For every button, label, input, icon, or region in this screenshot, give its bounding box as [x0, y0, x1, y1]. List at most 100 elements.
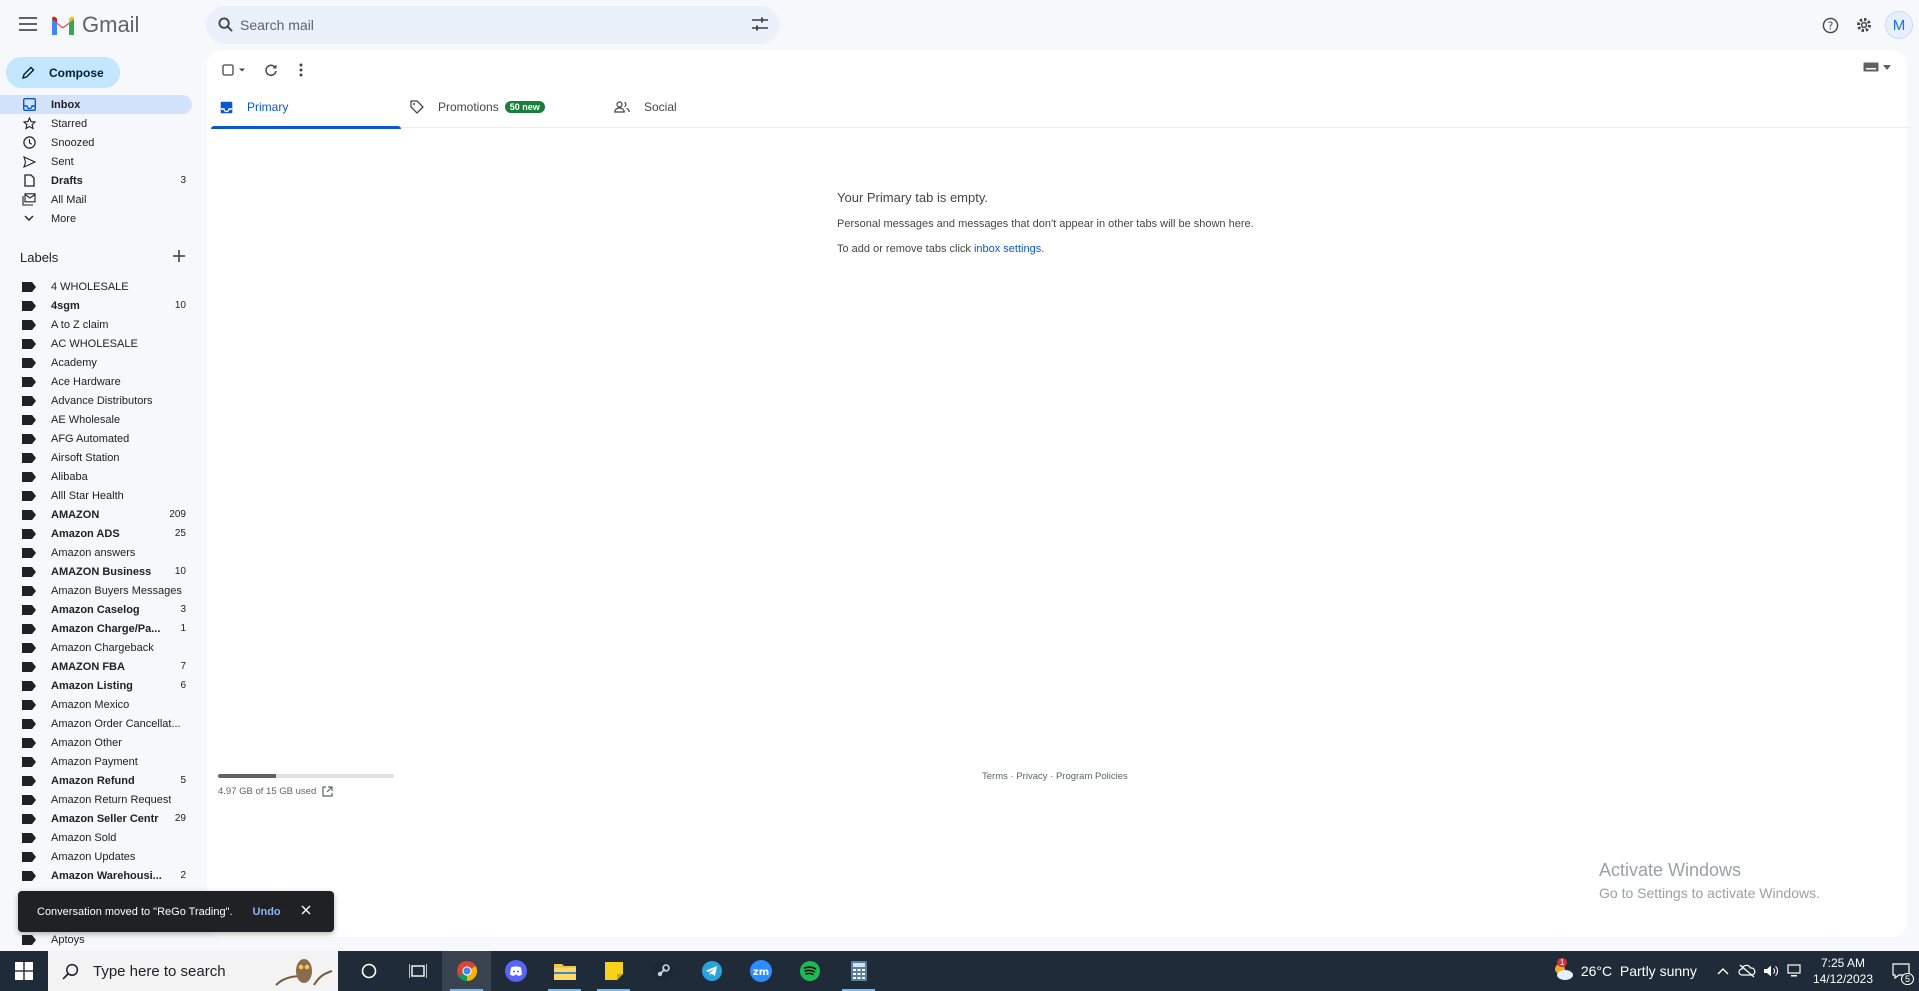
- compose-button[interactable]: Compose: [6, 57, 120, 88]
- task-view-icon[interactable]: [393, 951, 442, 991]
- sidebar-item-more[interactable]: More: [0, 209, 192, 228]
- label-item-afg-automated[interactable]: AFG Automated: [0, 429, 192, 448]
- label-item-4-wholesale[interactable]: 4 WHOLESALE: [0, 277, 192, 296]
- chevron-up-icon[interactable]: [1711, 951, 1735, 991]
- spotify-icon[interactable]: [785, 951, 834, 991]
- label-item-alibaba[interactable]: Alibaba: [0, 467, 192, 486]
- notification-center-icon[interactable]: 5: [1883, 951, 1919, 991]
- label-item-amazon-seller-centr[interactable]: Amazon Seller Centr 29: [0, 809, 192, 828]
- inbox-settings-link[interactable]: inbox settings: [974, 243, 1041, 255]
- more-options-icon[interactable]: [289, 60, 313, 80]
- privacy-link[interactable]: Privacy: [1016, 771, 1047, 782]
- label-item-airsoft-station[interactable]: Airsoft Station: [0, 448, 192, 467]
- label-item-amazon-answers[interactable]: Amazon answers: [0, 543, 192, 562]
- search-options-icon[interactable]: [752, 17, 768, 37]
- tab-social[interactable]: Social: [605, 86, 795, 128]
- label-item-amazon-refund[interactable]: Amazon Refund 5: [0, 771, 192, 790]
- label-name: Amazon Warehousi...: [51, 869, 162, 882]
- footer-sep: ·: [1047, 771, 1056, 782]
- taskbar-search[interactable]: Type here to search: [48, 951, 338, 991]
- tab-promotions[interactable]: Promotions 50 new: [401, 86, 605, 128]
- label-item-ae-wholesale[interactable]: AE Wholesale: [0, 410, 192, 429]
- sidebar-item-label: Drafts: [51, 174, 83, 187]
- discord-icon[interactable]: [491, 951, 540, 991]
- label-item-amazon-business[interactable]: AMAZON Business 10: [0, 562, 192, 581]
- label-item-4sgm[interactable]: 4sgm 10: [0, 296, 192, 315]
- label-tag-icon: [22, 794, 36, 805]
- label-item-ace-hardware[interactable]: Ace Hardware: [0, 372, 192, 391]
- label-list: 4 WHOLESALE 4sgm 10 A to Z claim AC WHOLESAL…: [0, 277, 192, 885]
- program-policies-link[interactable]: Program Policies: [1056, 771, 1128, 782]
- main-menu-icon[interactable]: [16, 12, 40, 36]
- label-tag-icon: [22, 604, 36, 615]
- sidebar-item-snoozed[interactable]: Snoozed: [0, 133, 192, 152]
- search-icon[interactable]: [218, 17, 233, 37]
- people-icon: [614, 101, 630, 113]
- settings-gear-icon[interactable]: [1847, 10, 1881, 40]
- label-item-amazon-caselog[interactable]: Amazon Caselog 3: [0, 600, 192, 619]
- refresh-icon[interactable]: [259, 60, 283, 80]
- cortana-icon[interactable]: [344, 951, 393, 991]
- label-item-ac-wholesale[interactable]: AC WHOLESALE: [0, 334, 192, 353]
- steam-icon[interactable]: [638, 951, 687, 991]
- label-item-amazon-buyers-messages[interactable]: Amazon Buyers Messages: [0, 581, 192, 600]
- gmail-logo[interactable]: Gmail: [50, 12, 139, 38]
- undo-button[interactable]: Undo: [253, 906, 281, 918]
- label-item-amazon-listing[interactable]: Amazon Listing 6: [0, 676, 192, 695]
- label-item-alll-star-health[interactable]: Alll Star Health: [0, 486, 192, 505]
- onedrive-offline-icon[interactable]: [1735, 951, 1759, 991]
- sidebar-item-starred[interactable]: Starred: [0, 114, 192, 133]
- weather-widget[interactable]: 1 26°C Partly sunny: [1551, 958, 1697, 982]
- label-item-aptoys[interactable]: Aptoys: [0, 930, 192, 949]
- account-avatar[interactable]: M: [1885, 11, 1913, 39]
- search-bar[interactable]: [206, 6, 780, 44]
- label-name: Amazon Sold: [51, 831, 117, 844]
- label-item-a-to-z-claim[interactable]: A to Z claim: [0, 315, 192, 334]
- label-item-amazon-ads[interactable]: Amazon ADS 25: [0, 524, 192, 543]
- clock[interactable]: 7:25 AM 14/12/2023: [1813, 955, 1873, 987]
- close-icon[interactable]: [301, 905, 311, 918]
- label-name: Amazon Chargeback: [51, 641, 154, 654]
- volume-icon[interactable]: [1759, 951, 1783, 991]
- label-tag-icon: [22, 642, 36, 653]
- new-count-badge: 50 new: [504, 101, 545, 113]
- sidebar-item-sent[interactable]: Sent: [0, 152, 192, 171]
- label-item-amazon-warehousi[interactable]: Amazon Warehousi... 2: [0, 866, 192, 885]
- label-item-amazon-chargeback[interactable]: Amazon Chargeback: [0, 638, 192, 657]
- sidebar-item-all-mail[interactable]: All Mail: [0, 190, 192, 209]
- search-input[interactable]: [240, 6, 720, 44]
- windows-start-icon[interactable]: [0, 951, 48, 991]
- label-item-amazon-sold[interactable]: Amazon Sold: [0, 828, 192, 847]
- label-item-amazon-return-request[interactable]: Amazon Return Request: [0, 790, 192, 809]
- label-name: Amazon Caselog: [51, 603, 140, 616]
- calculator-icon[interactable]: [834, 951, 883, 991]
- label-item-amazon[interactable]: AMAZON 209: [0, 505, 192, 524]
- sidebar-item-drafts[interactable]: Drafts 3: [0, 171, 192, 190]
- select-all-checkbox[interactable]: [219, 60, 253, 80]
- sticky-notes-icon[interactable]: [589, 951, 638, 991]
- file-explorer-icon[interactable]: [540, 951, 589, 991]
- label-item-amazon-fba[interactable]: AMAZON FBA 7: [0, 657, 192, 676]
- label-item-amazon-charge-pa[interactable]: Amazon Charge/Pa... 1: [0, 619, 192, 638]
- label-item-amazon-mexico[interactable]: Amazon Mexico: [0, 695, 192, 714]
- tab-primary[interactable]: Primary: [211, 86, 401, 129]
- telegram-icon[interactable]: [687, 951, 736, 991]
- sidebar-item-inbox[interactable]: Inbox: [0, 95, 192, 114]
- label-item-academy[interactable]: Academy: [0, 353, 192, 372]
- input-tools-toggle[interactable]: [1863, 62, 1891, 72]
- network-icon[interactable]: [1783, 951, 1807, 991]
- label-item-amazon-updates[interactable]: Amazon Updates: [0, 847, 192, 866]
- add-label-icon[interactable]: [173, 250, 185, 265]
- terms-link[interactable]: Terms: [982, 771, 1008, 782]
- help-icon[interactable]: ?: [1813, 10, 1847, 40]
- label-tag-icon: [22, 376, 36, 387]
- zoom-icon[interactable]: zm: [736, 951, 785, 991]
- label-count: 10: [174, 566, 186, 577]
- empty-settings-hint: To add or remove tabs click inbox settin…: [837, 243, 1254, 255]
- label-item-amazon-order-cancellat[interactable]: Amazon Order Cancellat...: [0, 714, 192, 733]
- label-item-amazon-payment[interactable]: Amazon Payment: [0, 752, 192, 771]
- open-external-icon[interactable]: [322, 786, 333, 797]
- chrome-icon[interactable]: [442, 951, 491, 991]
- label-item-advance-distributors[interactable]: Advance Distributors: [0, 391, 192, 410]
- label-item-amazon-other[interactable]: Amazon Other: [0, 733, 192, 752]
